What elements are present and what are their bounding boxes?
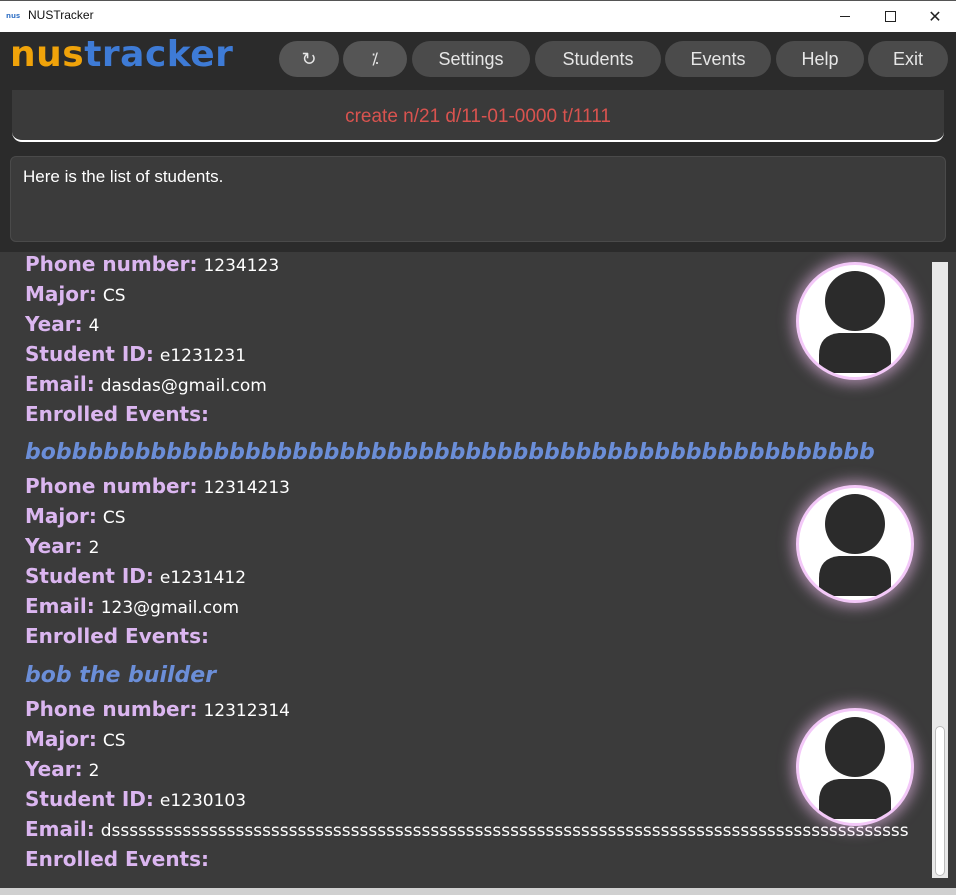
user-silhouette-icon [819, 271, 891, 373]
maximize-button[interactable] [867, 1, 913, 32]
year-label: Year: [25, 757, 83, 781]
result-textarea[interactable]: Here is the list of students. [10, 156, 946, 242]
student-card[interactable]: Phone number: 1234123 Major: CS Year: 4 Stu… [0, 252, 930, 432]
enrolled-events-field: Enrolled Events: [25, 847, 209, 871]
student-name: bob the builder [25, 663, 217, 688]
email-label: Email: [25, 372, 95, 396]
email-label: Email: [25, 817, 95, 841]
student-id-label: Student ID: [25, 342, 154, 366]
app-logo: nustracker [10, 34, 233, 75]
window-titlebar: nus NUSTracker ✕ [0, 0, 956, 32]
phone-value: 12314213 [203, 478, 290, 498]
command-input[interactable]: create n/21 d/11-01-0000 t/1111 [12, 90, 944, 142]
email-value: dasdas@gmail.com [100, 376, 267, 396]
student-name: bobbbbbbbbbbbbbbbbbbbbbbbbbbbbbbbbbbbbbb… [25, 440, 875, 465]
email-label: Email: [25, 594, 95, 618]
major-field: Major: CS [25, 282, 126, 306]
student-list[interactable]: Phone number: 1234123 Major: CS Year: 4 Stu… [0, 252, 956, 888]
student-id-value: e1230103 [159, 791, 247, 811]
major-value: CS [102, 286, 126, 306]
events-button[interactable]: Events [665, 41, 771, 77]
major-label: Major: [25, 727, 97, 751]
email-field: Email: dasdas@gmail.com [25, 372, 267, 396]
window-title: NUSTracker [28, 8, 94, 22]
result-display: Here is the list of students. [0, 150, 956, 248]
user-silhouette-icon [819, 717, 891, 819]
close-window-button[interactable]: ✕ [912, 1, 956, 32]
email-field: Email: dsssssssssssssssssssssssssssssssss… [25, 817, 909, 841]
app-header: nustracker ↻ ⁒ Settings Students Events … [0, 32, 956, 84]
logo-nus: nus [10, 34, 85, 75]
enrolled-events-label: Enrolled Events: [25, 624, 210, 648]
year-field: Year: 2 [25, 757, 99, 781]
year-label: Year: [25, 312, 83, 336]
student-id-field: Student ID: e1231412 [25, 564, 246, 588]
phone-field: Phone number: 12314213 [25, 474, 290, 498]
year-value: 2 [88, 538, 100, 558]
email-value: 123@gmail.com [100, 598, 240, 618]
major-label: Major: [25, 504, 97, 528]
phone-value: 12312314 [203, 701, 290, 721]
students-button[interactable]: Students [535, 41, 661, 77]
command-box: create n/21 d/11-01-0000 t/1111 [0, 86, 956, 148]
minimize-button[interactable] [822, 1, 868, 32]
phone-value: 1234123 [203, 256, 280, 276]
percent-button[interactable]: ⁒ [343, 41, 407, 77]
student-id-field: Student ID: e1230103 [25, 787, 246, 811]
student-card[interactable]: bob the builder Phone number: 12312314 Ma… [0, 663, 930, 888]
settings-button[interactable]: Settings [412, 41, 530, 77]
close-icon: ✕ [928, 6, 942, 26]
status-bar [0, 888, 956, 895]
avatar [796, 708, 914, 826]
major-field: Major: CS [25, 727, 126, 751]
year-field: Year: 4 [25, 312, 99, 336]
avatar [796, 262, 914, 380]
student-id-value: e1231412 [159, 568, 247, 588]
enrolled-events-field: Enrolled Events: [25, 402, 209, 426]
phone-field: Phone number: 1234123 [25, 252, 279, 276]
student-id-label: Student ID: [25, 564, 154, 588]
app-icon: nus [6, 12, 21, 20]
exit-button[interactable]: Exit [868, 41, 948, 77]
phone-field: Phone number: 12312314 [25, 697, 290, 721]
year-value: 4 [88, 316, 100, 336]
result-text: Here is the list of students. [23, 167, 224, 186]
major-field: Major: CS [25, 504, 126, 528]
command-text: create n/21 d/11-01-0000 t/1111 [345, 106, 611, 127]
avatar [796, 485, 914, 603]
help-button[interactable]: Help [776, 41, 864, 77]
scrollbar-thumb[interactable] [935, 726, 945, 876]
major-value: CS [102, 731, 126, 751]
major-value: CS [102, 508, 126, 528]
phone-label: Phone number: [25, 697, 198, 721]
enrolled-events-field: Enrolled Events: [25, 624, 209, 648]
phone-label: Phone number: [25, 252, 198, 276]
student-id-label: Student ID: [25, 787, 154, 811]
year-label: Year: [25, 534, 83, 558]
student-card[interactable]: bobbbbbbbbbbbbbbbbbbbbbbbbbbbbbbbbbbbbbb… [0, 440, 930, 655]
enrolled-events-label: Enrolled Events: [25, 402, 210, 426]
minimize-icon [840, 16, 850, 17]
refresh-icon: ↻ [301, 48, 317, 69]
user-silhouette-icon [819, 494, 891, 596]
year-value: 2 [88, 761, 100, 781]
student-id-value: e1231231 [159, 346, 247, 366]
student-id-field: Student ID: e1231231 [25, 342, 246, 366]
email-field: Email: 123@gmail.com [25, 594, 239, 618]
logo-tracker: tracker [84, 34, 234, 75]
refresh-button[interactable]: ↻ [279, 41, 339, 77]
phone-label: Phone number: [25, 474, 198, 498]
email-value: dsssssssssssssssssssssssssssssssssssssss… [100, 821, 909, 841]
maximize-icon [884, 11, 896, 22]
major-label: Major: [25, 282, 97, 306]
percent-icon: ⁒ [371, 51, 379, 68]
year-field: Year: 2 [25, 534, 99, 558]
enrolled-events-label: Enrolled Events: [25, 847, 210, 871]
